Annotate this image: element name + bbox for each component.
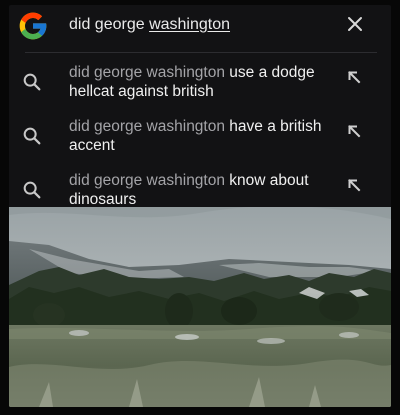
close-icon[interactable] [345,14,365,34]
landscape-photo [9,207,391,407]
arrow-up-left-icon[interactable] [346,69,362,85]
suggestion-item[interactable]: did george washington have a british acc… [9,117,391,171]
google-logo-icon [19,12,47,40]
screenshot-frame: did george washington did george washing… [9,5,391,407]
search-bar[interactable]: did george washington [9,5,391,49]
query-underlined-text: washington [149,16,231,33]
landscape-image [9,207,391,407]
suggestion-base: did george washington [69,172,225,189]
arrow-up-left-icon[interactable] [346,123,362,139]
arrow-up-left-icon[interactable] [346,177,362,193]
suggestion-base: did george washington [69,64,225,81]
search-icon [23,181,41,199]
suggestion-base: did george washington [69,118,225,135]
search-icon [23,127,41,145]
divider [25,52,377,53]
suggestion-text: did george washington use a dodge hellca… [69,63,344,101]
query-text: did george [69,16,150,33]
search-icon [23,73,41,91]
suggestion-item[interactable]: did george washington use a dodge hellca… [9,63,391,117]
suggestion-text: did george washington know about dinosau… [69,171,344,209]
suggestion-text: did george washington have a british acc… [69,117,344,155]
search-input[interactable]: did george washington [69,15,230,35]
